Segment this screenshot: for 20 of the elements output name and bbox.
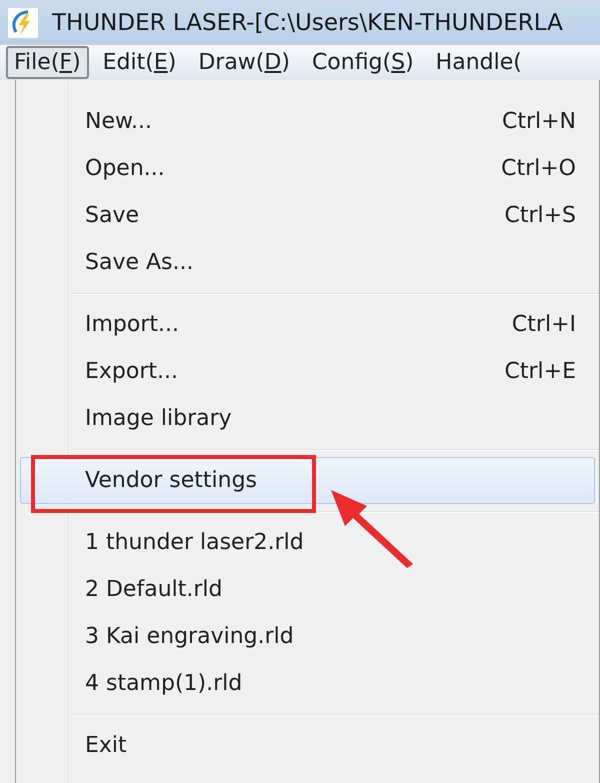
menu-item[interactable]: Import... Ctrl+I [20,301,595,348]
menu-item[interactable]: 3 Kai engraving.rld [20,613,595,660]
menu-bar-item[interactable]: File(F) [6,46,89,79]
menu-item[interactable]: New... Ctrl+N [20,98,595,145]
menu-bar-item[interactable]: Draw(D) [190,46,298,79]
menu-item[interactable]: Save Ctrl+S [20,192,595,239]
menu-bar-item[interactable]: Edit(E) [94,46,184,79]
menu-item[interactable]: Export... Ctrl+E [20,348,595,395]
menu-item[interactable]: 2 Default.rld [20,566,595,613]
menu-item[interactable]: Vendor settings [20,457,595,504]
menu-item[interactable]: Image library [20,395,595,442]
menu-bar-item[interactable]: Handle( [428,46,530,79]
menu-item[interactable]: Exit [20,722,595,769]
menu-bar-item[interactable]: Config(S) [304,46,422,79]
menu-item[interactable]: Save As... [20,239,595,286]
menu-item[interactable]: 1 thunder laser2.rld [20,519,595,566]
window-title: THUNDER LASER-[C:\Users\KEN-THUNDERLA [52,10,563,36]
menu-item[interactable]: 4 stamp(1).rld [20,660,595,707]
app-logo-icon [8,8,38,38]
menu-item[interactable]: Open... Ctrl+O [20,145,595,192]
